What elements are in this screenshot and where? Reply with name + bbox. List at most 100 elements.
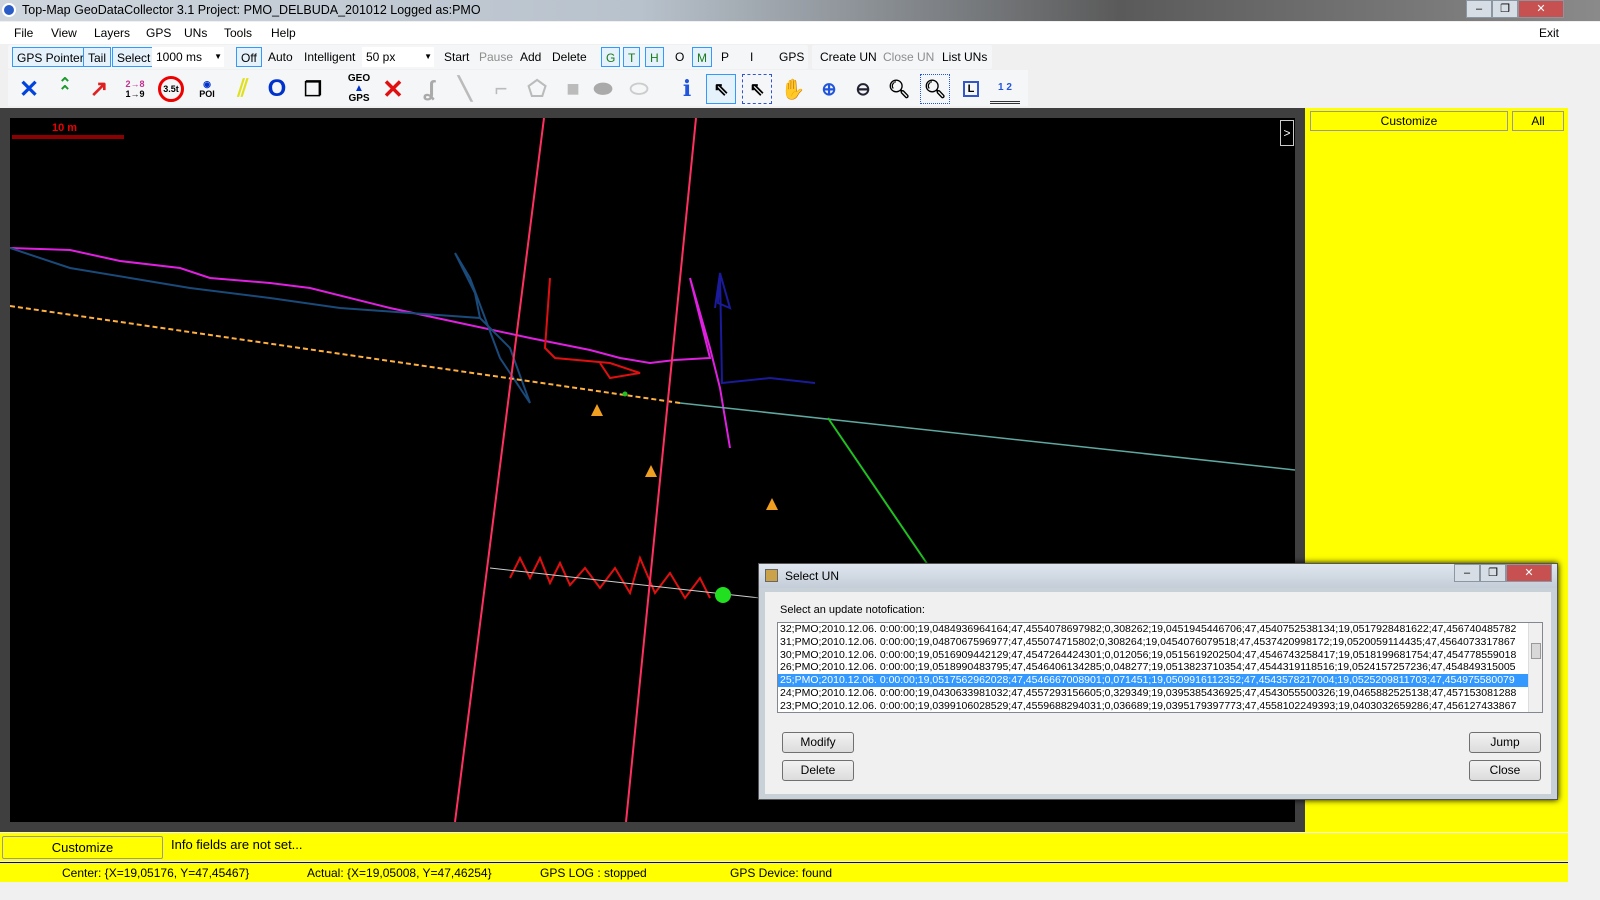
ratio-icon[interactable]: 2→8 1→9 (120, 74, 150, 104)
minimize-button[interactable]: – (1466, 0, 1492, 18)
menu-uns[interactable]: UNs (184, 26, 207, 40)
pan-hand-icon[interactable]: ✋ (778, 74, 808, 104)
gps-track-icon[interactable]: ✕ (14, 74, 44, 104)
list-item[interactable]: 24;PMO;2010.12.06. 0:00:00;19,0430633981… (778, 687, 1528, 700)
px-dropdown[interactable]: 50 px ▼ (362, 47, 434, 67)
layer-o-button[interactable]: O (671, 47, 688, 67)
ratio-bottom: 1→9 (125, 89, 145, 99)
delete-x-icon[interactable]: ✕ (378, 74, 408, 104)
layer-m-button[interactable]: M (692, 47, 712, 67)
tail-button[interactable]: Tail (83, 47, 112, 67)
delete-button[interactable]: Delete (548, 47, 591, 67)
title-bar: Top-Map GeoDataCollector 3.1 Project: PM… (0, 0, 1600, 21)
ellipse-icon[interactable]: ⬬ (588, 74, 618, 104)
customize-info-button[interactable]: Customize (2, 836, 163, 859)
close-window-button[interactable]: ✕ (1518, 0, 1564, 18)
close-un-button[interactable]: Close UN (879, 47, 938, 67)
geo-gps-icon[interactable]: GEO ▲ GPS (344, 74, 374, 104)
chevrons-up-icon[interactable]: ⌃ ⌃ (50, 74, 80, 104)
dialog-body: Select an update notofication: 32;PMO;20… (765, 592, 1551, 794)
list-item[interactable]: 30;PMO;2010.12.06. 0:00:00;19,0516909442… (778, 649, 1528, 662)
info-icon[interactable]: i (672, 74, 702, 104)
list-item[interactable]: 31;PMO;2010.12.06. 0:00:00;19,0487067596… (778, 636, 1528, 649)
auto-button[interactable]: Auto (264, 47, 297, 67)
layer-h-button[interactable]: H (645, 47, 664, 67)
documents-icon[interactable]: ❐ (298, 74, 328, 104)
layer-p-button[interactable]: P (717, 47, 733, 67)
layer-t-button[interactable]: T (623, 47, 641, 67)
menu-file[interactable]: File (14, 26, 33, 40)
exit-menu[interactable]: Exit (1539, 26, 1559, 40)
green-line (827, 417, 931, 569)
list-item[interactable]: 32;PMO;2010.12.06. 0:00:00;19,0484936964… (778, 623, 1528, 636)
off-button[interactable]: Off (236, 47, 262, 67)
jump-button[interactable]: Jump (1469, 732, 1541, 753)
polygon-icon[interactable]: ⬠ (522, 74, 552, 104)
all-button[interactable]: All (1512, 111, 1564, 131)
layer-i-button[interactable]: I (746, 47, 757, 67)
interval-dropdown[interactable]: 1000 ms ▼ (152, 47, 224, 67)
layer-text: L (962, 81, 980, 97)
color-lines-icon[interactable]: ⫽ (228, 74, 258, 104)
weight-limit-icon[interactable]: 3.5t (156, 74, 186, 104)
gps-pointer-button[interactable]: GPS Pointer (12, 47, 89, 67)
layer-g-button[interactable]: G (601, 47, 621, 67)
intelligent-button[interactable]: Intelligent (300, 47, 359, 67)
delete-un-button[interactable]: Delete (782, 760, 854, 781)
add-button[interactable]: Add (516, 47, 545, 67)
route-arrow-icon[interactable]: ↗ (84, 74, 114, 104)
line-icon[interactable]: ╲ (450, 74, 480, 104)
scrollbar-thumb[interactable] (1531, 643, 1541, 659)
zoom-extent-icon[interactable]: 🔍︎ (920, 74, 950, 104)
magenta-track (9, 247, 731, 449)
dialog-close-x-button[interactable]: ✕ (1506, 564, 1552, 582)
poi-text: POI (199, 89, 215, 99)
select-rect-icon[interactable]: ⇖ (742, 74, 772, 104)
list-item[interactable]: 23;PMO;2010.12.06. 0:00:00;19,0399106028… (778, 700, 1528, 712)
zoom-previous-icon[interactable]: 🔍︎ (884, 74, 914, 104)
rectangle-icon[interactable]: ■ (558, 74, 588, 104)
menu-gps[interactable]: GPS (146, 26, 171, 40)
maximize-button[interactable]: ❐ (1492, 0, 1518, 18)
menu-tools[interactable]: Tools (224, 26, 252, 40)
expand-panel-button[interactable]: > (1280, 120, 1294, 146)
red-track (543, 277, 641, 380)
list-scrollbar[interactable] (1528, 623, 1542, 712)
select-button[interactable]: Select (112, 47, 156, 67)
teal-line (679, 402, 1296, 471)
list-uns-button[interactable]: List UNs (938, 47, 991, 67)
close-button[interactable]: Close (1469, 760, 1541, 781)
circle-icon[interactable]: O (262, 74, 292, 104)
list-item[interactable]: 26;PMO;2010.12.06. 0:00:00;19,0518990483… (778, 661, 1528, 674)
dialog-maximize-button[interactable]: ❐ (1480, 564, 1506, 582)
dialog-minimize-button[interactable]: – (1454, 564, 1480, 582)
map-toolbar: ✕ ⌃ ⌃ ↗ 2→8 1→9 3.5t ◉ POI ⫽ O ❐ GEO ▲ GPS ✕ … (8, 70, 1028, 106)
dialog-prompt: Select an update notofication: (780, 604, 925, 616)
dialog-icon (765, 569, 778, 582)
start-button[interactable]: Start (440, 47, 473, 67)
ruler-icon[interactable]: 1 2 (990, 74, 1020, 104)
menu-layers[interactable]: Layers (94, 26, 130, 40)
status-bar: Center: {X=19,05176, Y=47,45467} Actual:… (0, 862, 1568, 882)
poi-icon[interactable]: ◉ POI (192, 74, 222, 104)
zoom-out-icon[interactable]: ⊖ (848, 74, 878, 104)
pause-button[interactable]: Pause (475, 47, 517, 67)
menu-view[interactable]: View (51, 26, 77, 40)
menu-help[interactable]: Help (271, 26, 296, 40)
freehand-icon[interactable]: ʆ (414, 74, 444, 104)
modify-button[interactable]: Modify (782, 732, 854, 753)
pointer-icon[interactable]: ⇖ (706, 74, 736, 104)
polyline-icon[interactable]: ⌐ (486, 74, 516, 104)
gps-toolbar: GPS Pointer Tail Select 1000 ms ▼ Off Aut… (8, 45, 808, 69)
interval-value: 1000 ms (156, 50, 203, 64)
px-value: 50 px (366, 50, 396, 64)
customize-panel-button[interactable]: Customize (1310, 111, 1508, 131)
dialog-title: Select UN (785, 569, 840, 583)
zoom-in-icon[interactable]: ⊕ (814, 74, 844, 104)
un-listbox[interactable]: 32;PMO;2010.12.06. 0:00:00;19,0484936964… (777, 622, 1543, 713)
layer-icon[interactable]: L (956, 74, 986, 104)
create-un-button[interactable]: Create UN (816, 47, 881, 67)
gps-button[interactable]: GPS (775, 47, 808, 67)
octagon-icon[interactable]: ⬭ (624, 74, 654, 104)
list-item-selected[interactable]: 25;PMO;2010.12.06. 0:00:00;19,0517562962… (778, 674, 1528, 687)
